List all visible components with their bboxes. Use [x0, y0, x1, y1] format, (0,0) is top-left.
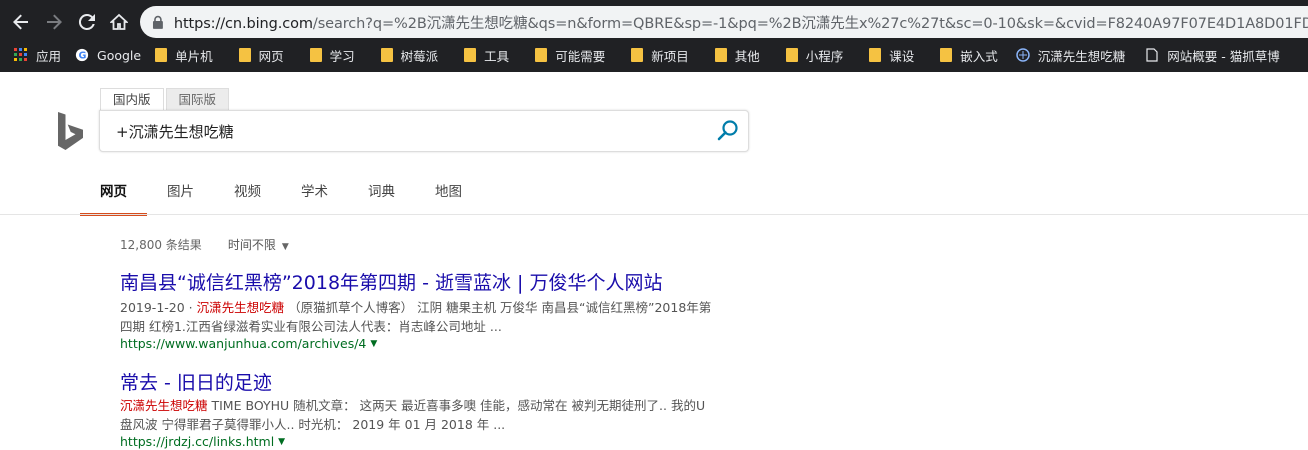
google-icon: G: [75, 48, 89, 62]
back-arrow-icon[interactable]: [8, 9, 34, 35]
bookmark-label: 嵌入式: [960, 48, 998, 64]
results-meta: 12,800 条结果 时间不限 ▼: [120, 236, 289, 253]
page-icon: [1146, 48, 1158, 62]
result-url-text: https://www.wanjunhua.com/archives/4: [120, 336, 367, 351]
result-snippet: 沉潇先生想吃糖 TIME BOYHU 随机文章： 这两天 最近喜事多噢 佳能，感…: [120, 396, 740, 434]
bookmark-folder-newproject[interactable]: 新项目: [631, 46, 689, 65]
folder-icon: [714, 48, 727, 62]
bookmark-folder-other[interactable]: 其他: [714, 46, 760, 65]
tab-web[interactable]: 网页: [80, 178, 147, 216]
result-url[interactable]: https://www.wanjunhua.com/archives/4 ▼: [120, 336, 740, 351]
bookmarks-bar: 应用 G Google 单片机 网页 学习 树莓派 工具 可能需要 新项目 其他…: [0, 41, 1308, 69]
bookmark-folder-web[interactable]: 网页: [238, 46, 284, 65]
result-title-link[interactable]: 南昌县“诚信红黑榜”2018年第四期 - 逝雪蓝冰 | 万俊华个人网站: [120, 268, 740, 295]
bookmark-label: Google: [97, 47, 142, 63]
result-count: 12,800 条结果: [120, 238, 202, 252]
search-icon[interactable]: [716, 119, 740, 143]
folder-icon: [535, 48, 548, 62]
lock-icon[interactable]: [151, 15, 165, 29]
tab-videos[interactable]: 视频: [234, 178, 261, 216]
bookmark-label: 应用: [36, 48, 62, 64]
folder-icon: [155, 48, 168, 62]
bookmark-apps[interactable]: 应用: [14, 46, 61, 65]
bookmark-site[interactable]: 沉潇先生想吃糖: [1016, 46, 1126, 65]
bookmark-folder-study[interactable]: 学习: [309, 46, 355, 65]
bookmark-label: 新项目: [651, 48, 689, 64]
bookmark-label: 树莓派: [400, 48, 439, 64]
url-text: https://cn.bing.com/search?q=%2B沉潇先生想吃糖&…: [173, 15, 1308, 32]
folder-icon: [238, 48, 251, 62]
caret-down-icon: ▼: [281, 242, 289, 252]
bookmark-folder-mcu[interactable]: 单片机: [155, 46, 213, 65]
bookmark-google[interactable]: G Google: [75, 48, 141, 63]
bookmark-folder-embedded[interactable]: 嵌入式: [940, 46, 998, 65]
search-result: 南昌县“诚信红黑榜”2018年第四期 - 逝雪蓝冰 | 万俊华个人网站 2019…: [120, 268, 740, 351]
snippet-highlight: 沉潇先生想吃糖: [196, 300, 285, 315]
bookmark-label: 可能需要: [555, 48, 606, 64]
time-filter-dropdown[interactable]: 时间不限 ▼: [228, 236, 289, 253]
caret-down-icon[interactable]: ▼: [370, 339, 377, 349]
bookmark-folder-raspberry[interactable]: 树莓派: [380, 46, 439, 65]
snippet-highlight: 沉潇先生想吃糖: [120, 398, 208, 413]
bookmark-label: 课设: [889, 48, 915, 64]
bookmark-label: 其他: [734, 48, 760, 64]
address-bar[interactable]: https://cn.bing.com/search?q=%2B沉潇先生想吃糖&…: [140, 6, 1308, 38]
forward-arrow-icon[interactable]: [41, 9, 67, 35]
browser-chrome: https://cn.bing.com/search?q=%2B沉潇先生想吃糖&…: [0, 0, 1308, 72]
result-url-text: https://jrdzj.cc/links.html: [120, 434, 275, 449]
svg-text:G: G: [79, 51, 87, 62]
bing-logo-icon[interactable]: [58, 112, 84, 150]
tab-domestic[interactable]: 国内版: [100, 88, 164, 111]
folder-icon: [631, 48, 644, 62]
bookmark-page[interactable]: 网站概要 - 猫抓草博: [1145, 46, 1280, 65]
folder-icon: [380, 48, 393, 62]
bookmark-folder-maybe[interactable]: 可能需要: [535, 46, 605, 65]
folder-icon: [309, 48, 322, 62]
result-snippet: 2019-1-20 · 沉潇先生想吃糖 （原猫抓草个人博客） 江阴 糖果主机 万…: [120, 300, 712, 334]
result-date: 2019-1-20: [120, 300, 185, 315]
bookmark-folder-miniprogram[interactable]: 小程序: [785, 46, 844, 65]
snippet-text: 盘风波 宁得罪君子莫得罪小人.. 时光机： 2019 年 01 月 2018 年…: [120, 417, 506, 432]
tab-international[interactable]: 国际版: [165, 88, 230, 111]
tab-dictionary[interactable]: 词典: [368, 178, 395, 216]
bookmark-label: 单片机: [175, 48, 213, 64]
apps-grid-icon: [14, 48, 27, 61]
site-icon: [1016, 48, 1030, 62]
time-filter-label: 时间不限: [227, 238, 276, 252]
folder-icon: [869, 48, 882, 62]
bookmark-label: 学习: [329, 48, 355, 64]
folder-icon: [940, 48, 953, 62]
reload-icon[interactable]: [74, 9, 100, 35]
bookmark-label: 网页: [258, 48, 284, 64]
search-result: 常去 - 旧日的足迹 沉潇先生想吃糖 TIME BOYHU 随机文章： 这两天 …: [120, 368, 740, 449]
bookmark-label: 工具: [484, 48, 510, 64]
bookmark-folder-course[interactable]: 课设: [869, 46, 914, 65]
folder-icon: [464, 48, 477, 62]
home-icon[interactable]: [106, 9, 132, 35]
snippet-text: TIME BOYHU 随机文章： 这两天 最近喜事多噢 佳能，感动常在 被判无期…: [207, 398, 706, 413]
result-title-link[interactable]: 常去 - 旧日的足迹: [120, 368, 740, 395]
snippet-text: （原猫抓草个人博客） 江阴 糖果主机 万俊华 南昌县“诚信红黑榜”2018年第: [288, 300, 712, 315]
header-divider: [0, 214, 1308, 215]
tab-maps[interactable]: 地图: [435, 178, 462, 216]
vertical-nav: 网页 图片 视频 学术 词典 地图: [80, 178, 502, 216]
bookmark-label: 网站概要 - 猫抓草博: [1167, 48, 1280, 64]
snippet-text: 四期 红榜1.江西省绿滋肴实业有限公司法人代表：肖志峰公司地址 ...: [120, 319, 502, 334]
tab-academic[interactable]: 学术: [301, 178, 328, 216]
search-input[interactable]: [114, 121, 708, 141]
result-url[interactable]: https://jrdzj.cc/links.html ▼: [120, 434, 740, 449]
tab-images[interactable]: 图片: [167, 178, 194, 216]
search-box: [99, 110, 749, 152]
bookmark-label: 沉潇先生想吃糖: [1037, 48, 1126, 64]
caret-down-icon[interactable]: ▼: [278, 437, 285, 447]
bookmark-folder-tools[interactable]: 工具: [464, 46, 509, 65]
region-tabs: 国内版 国际版: [100, 88, 231, 111]
folder-icon: [785, 48, 798, 62]
bookmark-label: 小程序: [805, 48, 844, 64]
